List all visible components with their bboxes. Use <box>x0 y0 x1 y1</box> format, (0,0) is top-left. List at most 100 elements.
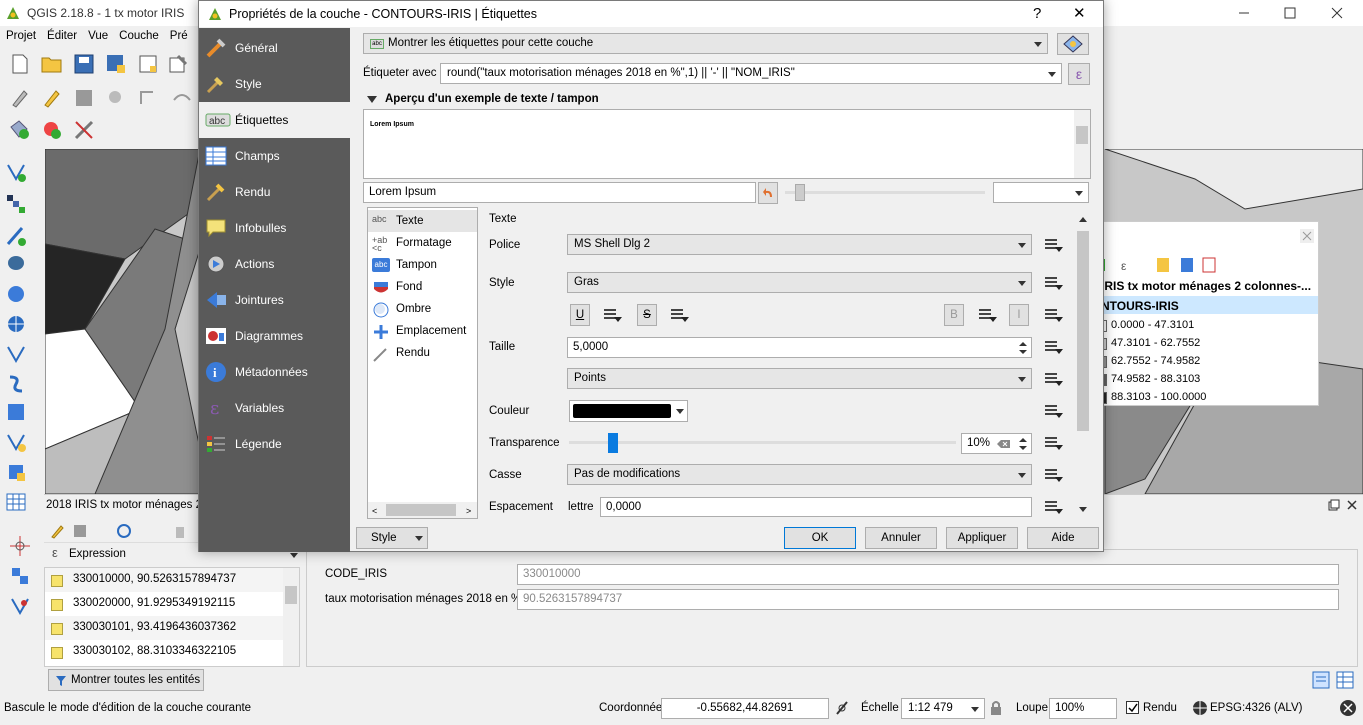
subtab-hscrollbar[interactable]: < > <box>368 502 477 518</box>
legend-group-header[interactable]: IRIS tx motor ménages 2 colonnes-... <box>1101 279 1311 293</box>
field-code-iris[interactable]: 330010000 <box>517 564 1339 585</box>
close-window-icon[interactable] <box>1330 6 1346 20</box>
scrollbar-thumb[interactable] <box>285 586 297 604</box>
sidebar-item-etiquettes[interactable]: abc Étiquettes <box>199 102 350 138</box>
unit-combo[interactable]: Points <box>567 368 1032 389</box>
letter-spacing-spinbox[interactable]: 0,0000 <box>600 497 1032 517</box>
scale-combo[interactable]: 1:12 479 <box>901 698 985 719</box>
preview-scale-slider[interactable] <box>785 184 985 201</box>
subtab-emplacement[interactable]: Emplacement <box>368 320 477 342</box>
legend-class[interactable]: 88.3103 - 100.0000 <box>1099 389 1318 407</box>
preview-bg-combo[interactable] <box>993 182 1089 203</box>
move-feature-icon[interactable] <box>136 86 160 110</box>
add-delimited-text-icon[interactable] <box>4 372 28 396</box>
label-rules-button[interactable] <box>1057 33 1089 55</box>
police-combo[interactable]: MS Shell Dlg 2 <box>567 234 1032 255</box>
open-attribute-table-icon[interactable] <box>4 490 28 514</box>
slider-handle[interactable] <box>608 433 618 453</box>
spin-arrows-icon[interactable] <box>1017 340 1029 356</box>
add-raster-layer-icon[interactable] <box>40 118 64 142</box>
vertex-editor-icon[interactable] <box>8 594 32 618</box>
sidebar-item-diagrammes[interactable]: Diagrammes <box>199 318 350 354</box>
capture-coordinates-icon[interactable] <box>8 534 32 558</box>
sidebar-item-actions[interactable]: Actions <box>199 246 350 282</box>
coordinate-field[interactable]: -0.55682,44.82691 <box>661 698 829 719</box>
add-wms-icon[interactable] <box>4 282 28 306</box>
data-defined-override-icon[interactable] <box>1042 465 1064 485</box>
save-edits-icon[interactable] <box>72 86 96 110</box>
show-all-features-button[interactable]: Montrer toutes les entités <box>48 669 204 691</box>
sidebar-item-rendu[interactable]: Rendu <box>199 174 350 210</box>
scrollbar-thumb[interactable] <box>386 504 456 516</box>
toggle-edit-icon[interactable] <box>50 523 66 539</box>
preview-text-input[interactable]: Lorem Ipsum <box>363 182 756 203</box>
add-vector-layer-icon[interactable] <box>8 118 32 142</box>
data-defined-override-icon[interactable] <box>976 305 998 325</box>
menu-editer[interactable]: Éditer <box>41 26 82 46</box>
subtab-rendu[interactable]: Rendu <box>368 342 477 364</box>
add-wcs-icon[interactable] <box>4 312 28 336</box>
field-taux[interactable]: 90.5263157894737 <box>517 589 1339 610</box>
casse-combo[interactable]: Pas de modifications <box>567 464 1032 485</box>
sidebar-item-metadonnees[interactable]: i Métadonnées <box>199 354 350 390</box>
open-project-icon[interactable] <box>40 52 64 76</box>
sidebar-item-style[interactable]: Style <box>199 66 350 102</box>
list-scrollbar[interactable] <box>283 568 299 666</box>
spin-arrows-icon[interactable] <box>1017 436 1029 452</box>
underline-button[interactable]: U <box>570 304 590 326</box>
snapping-icon[interactable] <box>8 564 32 588</box>
scroll-right-icon[interactable]: > <box>466 506 471 516</box>
expression-builder-button[interactable]: ε <box>1068 63 1090 85</box>
save-project-icon[interactable] <box>72 52 96 76</box>
legend-toolbar-icon[interactable]: ε <box>1099 256 1219 274</box>
settings-scrollbar[interactable] <box>1075 213 1091 519</box>
form-view-icon[interactable] <box>1312 671 1330 689</box>
add-wfs-icon[interactable] <box>4 342 28 366</box>
add-vector-icon[interactable] <box>4 160 28 184</box>
save-icon[interactable] <box>72 523 88 539</box>
list-item[interactable]: 330030101, 93.4196436037362 <box>45 616 283 640</box>
data-defined-override-icon[interactable] <box>1042 369 1064 389</box>
legend-close-icon[interactable] <box>1299 228 1315 244</box>
crs-label[interactable]: EPSG:4326 (ALV) <box>1210 702 1302 714</box>
italic-button[interactable]: I <box>1009 304 1029 326</box>
preview-scrollbar[interactable] <box>1074 110 1090 178</box>
preview-collapse-icon[interactable] <box>367 96 377 103</box>
transparency-slider[interactable] <box>569 433 956 453</box>
data-defined-override-icon[interactable] <box>601 305 623 325</box>
list-item[interactable]: 330030102, 88.3103346322105 <box>45 640 283 664</box>
lock-scale-icon[interactable] <box>989 700 1003 716</box>
help-button[interactable]: Aide <box>1027 527 1099 549</box>
data-defined-override-icon[interactable] <box>1042 235 1064 255</box>
apply-button[interactable]: Appliquer <box>946 527 1018 549</box>
color-button[interactable] <box>569 400 688 422</box>
bold-button[interactable]: B <box>944 304 964 326</box>
list-item[interactable]: 330020000, 91.9295349192115 <box>45 592 283 616</box>
label-mode-combo[interactable]: abc Montrer les étiquettes pour cette co… <box>363 33 1048 54</box>
ok-button[interactable]: OK <box>784 527 856 549</box>
add-feature-icon[interactable] <box>104 86 128 110</box>
cancel-button[interactable]: Annuler <box>865 527 937 549</box>
crs-icon[interactable] <box>1192 700 1208 716</box>
scrollbar-thumb[interactable] <box>1077 231 1089 431</box>
magnifier-field[interactable]: 100% <box>1049 698 1117 719</box>
scroll-down-icon[interactable] <box>1079 507 1087 512</box>
new-print-composer-icon[interactable] <box>136 52 160 76</box>
data-defined-override-icon[interactable] <box>1042 273 1064 293</box>
new-shapefile-icon[interactable] <box>4 430 28 454</box>
messages-icon[interactable] <box>1339 699 1357 717</box>
render-checkbox[interactable] <box>1126 701 1139 714</box>
panel-float-icon[interactable] <box>1328 499 1340 511</box>
minimize-icon[interactable] <box>1237 6 1253 20</box>
sidebar-item-general[interactable]: Général <box>199 30 350 66</box>
panel-close-icon[interactable] <box>1346 499 1358 511</box>
list-item[interactable]: 330010000, 90.5263157894737 <box>45 568 283 592</box>
data-defined-override-icon[interactable] <box>668 305 690 325</box>
reset-preview-button[interactable] <box>758 182 778 204</box>
data-defined-override-icon[interactable] <box>1042 401 1064 421</box>
label-expression-combo[interactable]: round("taux motorisation ménages 2018 en… <box>440 63 1062 84</box>
menu-vue[interactable]: Vue <box>82 26 113 46</box>
help-title-button[interactable]: ? <box>1033 5 1041 22</box>
menu-projet[interactable]: Projet <box>0 26 41 46</box>
new-project-icon[interactable] <box>8 52 32 76</box>
